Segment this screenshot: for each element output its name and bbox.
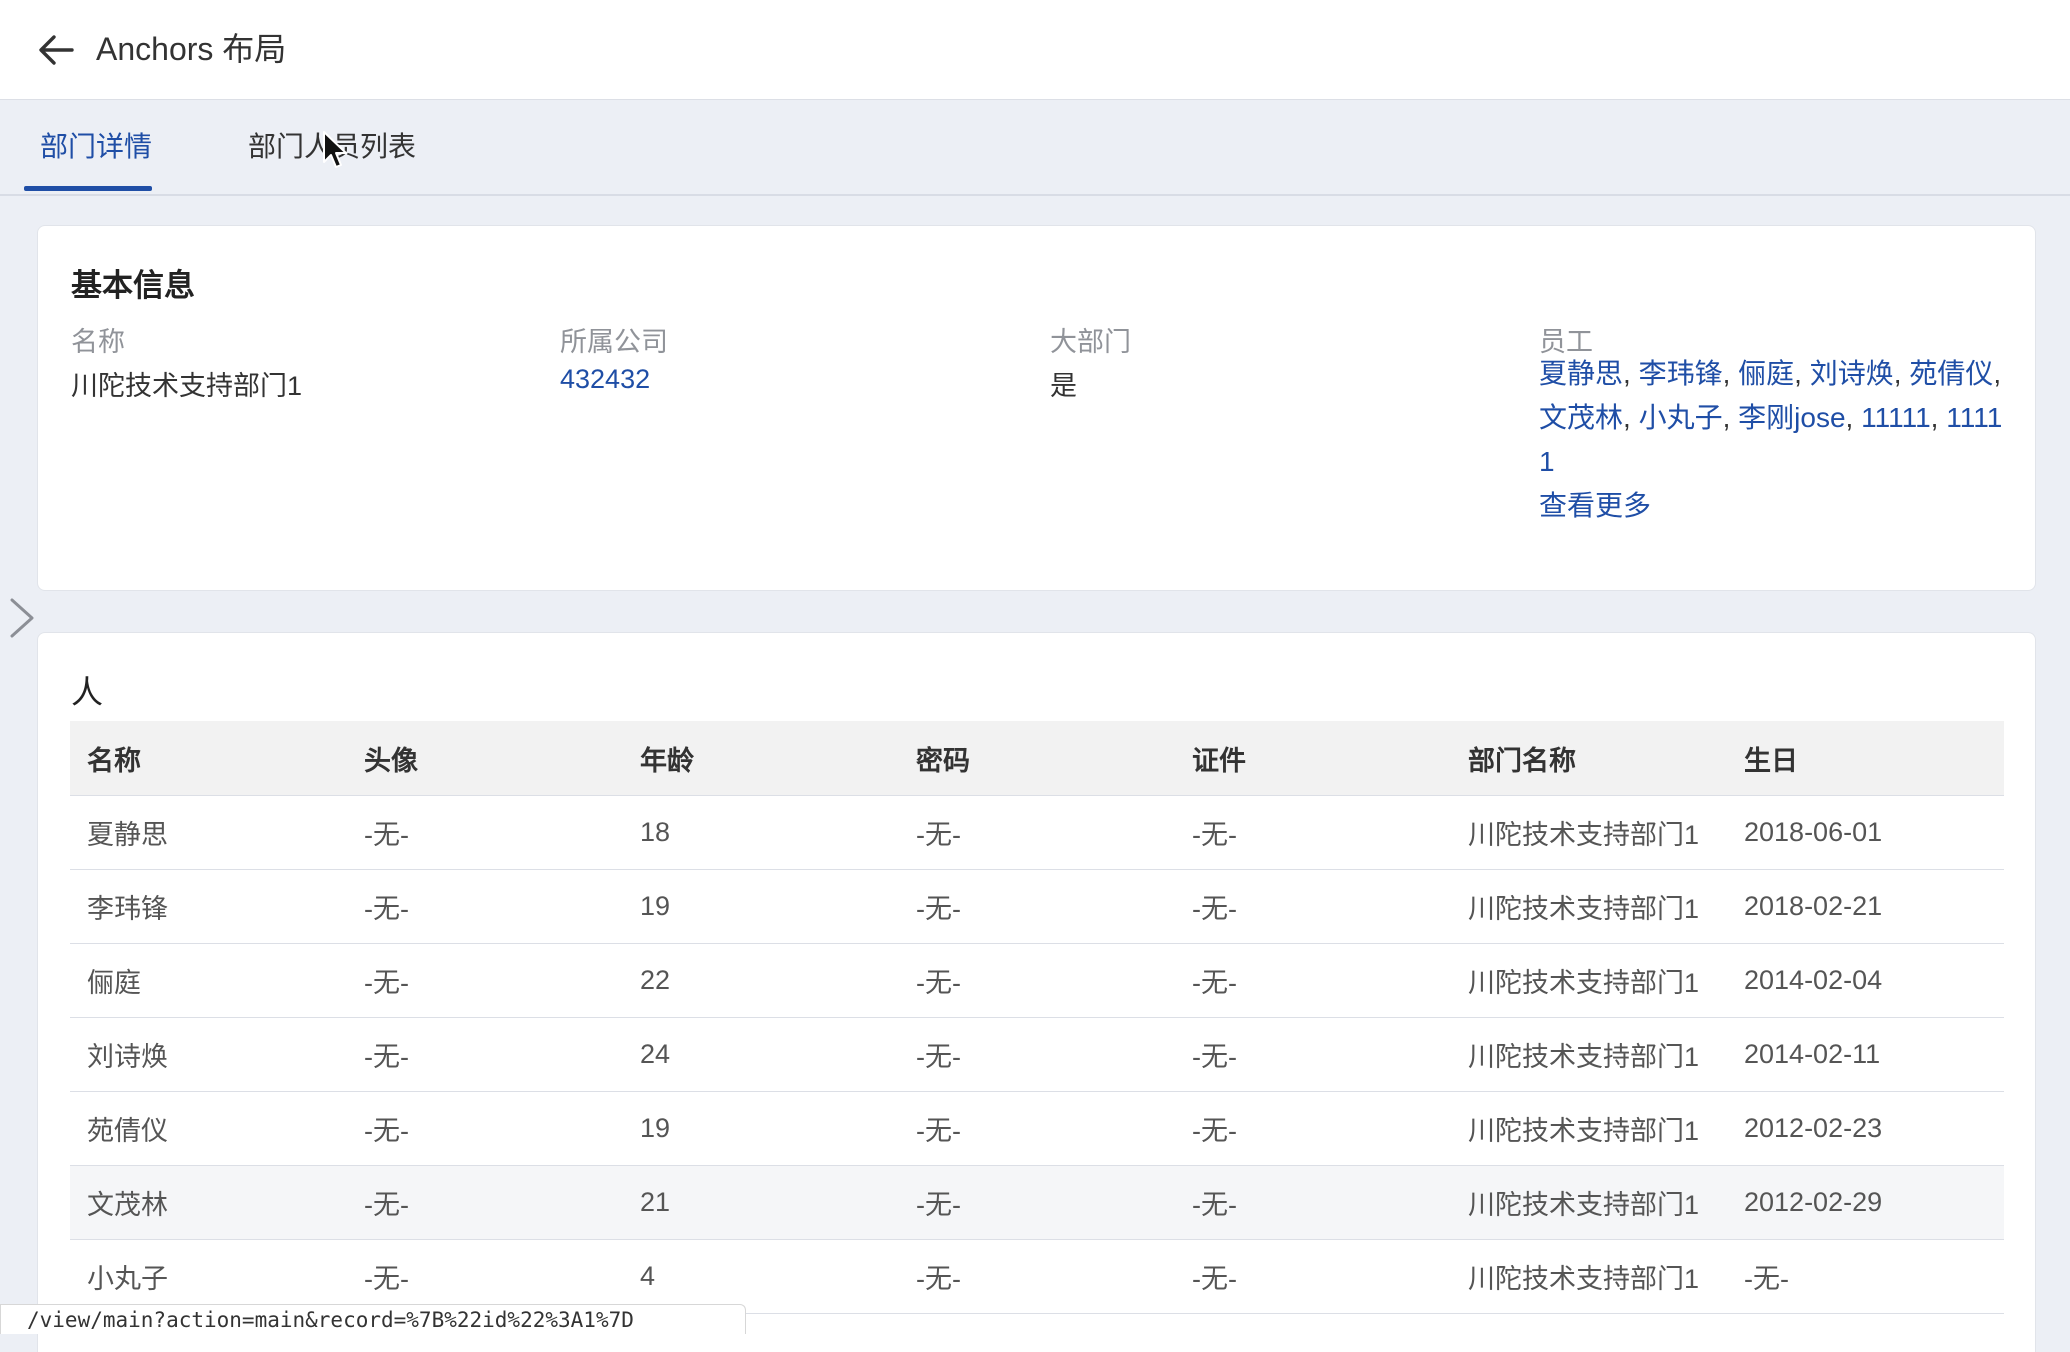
table-row[interactable]: 俪庭 -无- 22 -无- -无- 川陀技术支持部门1 2014-02-04 xyxy=(70,943,2004,1018)
table-cell: 22 xyxy=(623,943,899,1018)
table-cell: 18 xyxy=(623,795,899,870)
table-cell: 夏静思 xyxy=(70,795,347,870)
back-arrow-icon[interactable] xyxy=(34,28,78,72)
table-cell: -无- xyxy=(347,1165,623,1240)
basic-info-card: 基本信息 名称 川陀技术支持部门1 所属公司 432432 大部门 是 员工 夏… xyxy=(37,225,2036,591)
company-label: 所属公司 xyxy=(560,327,668,357)
table-row[interactable]: 李玮锋 -无- 19 -无- -无- 川陀技术支持部门1 2018-02-21 xyxy=(70,869,2004,944)
page-title: Anchors 布局 xyxy=(96,31,287,67)
staff-link[interactable]: 李玮锋 xyxy=(1639,358,1723,389)
table-cell: -无- xyxy=(1175,795,1451,870)
big-department-value: 是 xyxy=(1050,371,1077,401)
table-cell: -无- xyxy=(899,795,1175,870)
table-cell: 川陀技术支持部门1 xyxy=(1451,1165,1727,1240)
column-header[interactable]: 名称 xyxy=(70,721,347,796)
staff-link[interactable]: 李刚jose xyxy=(1738,402,1845,433)
column-header[interactable]: 证件 xyxy=(1175,721,1451,796)
table-cell: 李玮锋 xyxy=(70,869,347,944)
table-header-row: 名称 头像 年龄 密码 证件 部门名称 生日 xyxy=(70,721,2004,796)
table-cell: 俪庭 xyxy=(70,943,347,1018)
people-title: 人 xyxy=(71,674,104,710)
table-cell: -无- xyxy=(1175,943,1451,1018)
table-cell: 2014-02-11 xyxy=(1727,1017,2004,1092)
table-cell: -无- xyxy=(347,795,623,870)
table-cell: -无- xyxy=(899,1239,1175,1314)
table-cell: 川陀技术支持部门1 xyxy=(1451,1017,1727,1092)
column-header[interactable]: 密码 xyxy=(899,721,1175,796)
table-cell: 小丸子 xyxy=(70,1239,347,1314)
tab-bar: 部门详情 部门人员列表 xyxy=(0,100,2070,196)
table-cell: 川陀技术支持部门1 xyxy=(1451,943,1727,1018)
table-cell: -无- xyxy=(1175,1017,1451,1092)
table-cell: -无- xyxy=(347,1017,623,1092)
table-cell: 2012-02-29 xyxy=(1727,1165,2004,1240)
chevron-right-icon[interactable] xyxy=(4,594,38,642)
basic-info-title: 基本信息 xyxy=(71,268,195,303)
table-cell: -无- xyxy=(347,1239,623,1314)
staff-link[interactable]: 文茂林 xyxy=(1539,402,1623,433)
table-cell: -无- xyxy=(347,869,623,944)
people-card: 人 名称 头像 年龄 密码 证件 部门名称 生日 夏静思 -无- 18 -无- … xyxy=(37,632,2036,1352)
table-cell: 川陀技术支持部门1 xyxy=(1451,1091,1727,1166)
table-cell: 19 xyxy=(623,1091,899,1166)
table-cell: 4 xyxy=(623,1239,899,1314)
table-row[interactable]: 小丸子 -无- 4 -无- -无- 川陀技术支持部门1 -无- xyxy=(70,1239,2004,1314)
active-tab-indicator xyxy=(24,186,152,191)
table-row[interactable]: 夏静思 -无- 18 -无- -无- 川陀技术支持部门1 2018-06-01 xyxy=(70,795,2004,870)
column-header[interactable]: 部门名称 xyxy=(1451,721,1727,796)
staff-list: 夏静思, 李玮锋, 俪庭, 刘诗焕, 苑倩仪, 文茂林, 小丸子, 李刚jose… xyxy=(1539,352,2009,528)
view-more-link[interactable]: 查看更多 xyxy=(1539,484,2009,528)
table-cell: 2012-02-23 xyxy=(1727,1091,2004,1166)
table-cell: 2014-02-04 xyxy=(1727,943,2004,1018)
table-cell: -无- xyxy=(1175,869,1451,944)
table-cell: -无- xyxy=(899,943,1175,1018)
table-cell: 21 xyxy=(623,1165,899,1240)
table-cell: -无- xyxy=(1175,1239,1451,1314)
table-cell: -无- xyxy=(347,943,623,1018)
table-cell: 2018-06-01 xyxy=(1727,795,2004,870)
big-department-label: 大部门 xyxy=(1050,327,1131,357)
staff-link[interactable]: 小丸子 xyxy=(1639,402,1723,433)
table-row[interactable]: 文茂林 -无- 21 -无- -无- 川陀技术支持部门1 2012-02-29 xyxy=(70,1165,2004,1240)
table-cell: -无- xyxy=(1175,1091,1451,1166)
table-cell: 川陀技术支持部门1 xyxy=(1451,795,1727,870)
table-row[interactable]: 苑倩仪 -无- 19 -无- -无- 川陀技术支持部门1 2012-02-23 xyxy=(70,1091,2004,1166)
table-row[interactable]: 刘诗焕 -无- 24 -无- -无- 川陀技术支持部门1 2014-02-11 xyxy=(70,1017,2004,1092)
staff-link[interactable]: 俪庭 xyxy=(1738,358,1794,389)
staff-link[interactable]: 刘诗焕 xyxy=(1810,358,1894,389)
table-cell: -无- xyxy=(899,1017,1175,1092)
staff-link[interactable]: 11111 xyxy=(1861,402,1931,433)
name-value: 川陀技术支持部门1 xyxy=(71,371,303,401)
table-cell: -无- xyxy=(899,1165,1175,1240)
table-cell: 川陀技术支持部门1 xyxy=(1451,1239,1727,1314)
people-table: 名称 头像 年龄 密码 证件 部门名称 生日 夏静思 -无- 18 -无- -无… xyxy=(70,721,2004,1314)
staff-link[interactable]: 夏静思 xyxy=(1539,358,1623,389)
table-cell: 刘诗焕 xyxy=(70,1017,347,1092)
table-cell: 19 xyxy=(623,869,899,944)
table-cell: 2018-02-21 xyxy=(1727,869,2004,944)
table-cell: 苑倩仪 xyxy=(70,1091,347,1166)
app-header: Anchors 布局 xyxy=(0,0,2070,100)
table-cell: -无- xyxy=(1727,1239,2004,1314)
table-cell: -无- xyxy=(899,1091,1175,1166)
column-header[interactable]: 头像 xyxy=(347,721,623,796)
column-header[interactable]: 生日 xyxy=(1727,721,2004,796)
table-cell: -无- xyxy=(899,869,1175,944)
table-cell: 24 xyxy=(623,1017,899,1092)
company-link[interactable]: 432432 xyxy=(560,364,650,395)
staff-link[interactable]: 苑倩仪 xyxy=(1909,358,1993,389)
table-cell: -无- xyxy=(1175,1165,1451,1240)
name-label: 名称 xyxy=(71,327,125,357)
table-cell: 文茂林 xyxy=(70,1165,347,1240)
tab-department-members[interactable]: 部门人员列表 xyxy=(248,100,416,194)
table-cell: -无- xyxy=(347,1091,623,1166)
table-cell: 川陀技术支持部门1 xyxy=(1451,869,1727,944)
column-header[interactable]: 年龄 xyxy=(623,721,899,796)
status-bar-url: /view/main?action=main&record=%7B%22id%2… xyxy=(0,1304,746,1334)
tab-department-details[interactable]: 部门详情 xyxy=(40,100,152,194)
